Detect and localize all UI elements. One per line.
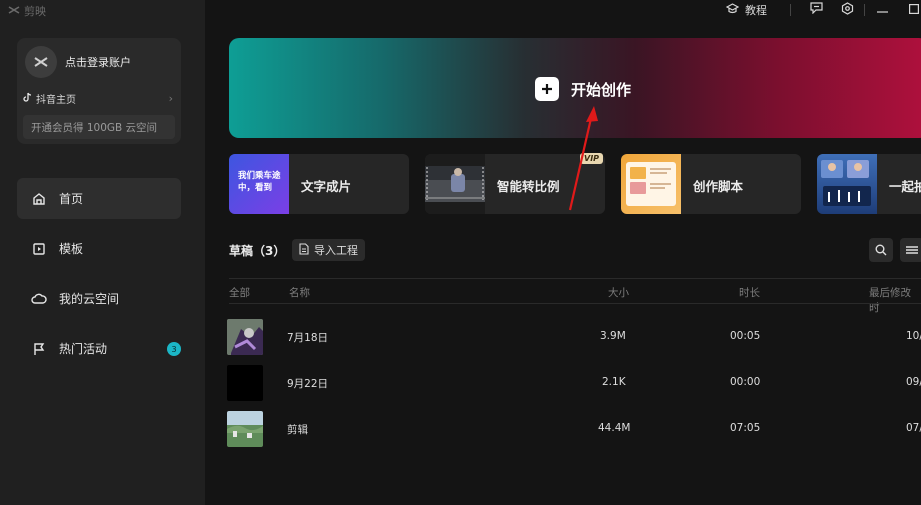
card-text-to-video[interactable]: 我们乘车途中，看到 文字成片 xyxy=(229,154,409,214)
table-row[interactable]: 剪辑 44.4M 07:05 07/ xyxy=(227,411,921,447)
start-creation-label: 开始创作 xyxy=(571,80,632,99)
import-label: 导入工程 xyxy=(314,244,358,257)
column-header-size[interactable]: 大小 xyxy=(608,285,629,300)
search-icon xyxy=(875,241,887,260)
column-header-duration[interactable]: 时长 xyxy=(739,285,760,300)
draft-size: 2.1K xyxy=(602,376,626,388)
card-thumbnail: 我们乘车途中，看到 xyxy=(229,154,289,214)
table-row[interactable]: 9月22日 2.1K 00:00 09/ xyxy=(227,365,921,401)
draft-name: 7月18日 xyxy=(287,332,329,344)
card-label: 一起拍 xyxy=(889,179,921,194)
sidebar-item-label: 模板 xyxy=(59,242,84,256)
card-label: 文字成片 xyxy=(301,179,352,194)
sidebar-item-home[interactable]: 首页 xyxy=(17,178,181,219)
maximize-icon xyxy=(909,4,920,17)
draft-duration: 07:05 xyxy=(730,422,761,434)
draft-thumbnail xyxy=(227,365,263,401)
table-row[interactable]: 7月18日 3.9M 00:05 10/ xyxy=(227,319,921,355)
draft-duration: 00:05 xyxy=(730,330,761,342)
login-link[interactable]: 点击登录账户 xyxy=(65,54,131,70)
avatar[interactable] xyxy=(25,46,57,78)
flag-icon xyxy=(31,341,47,357)
tiktok-icon xyxy=(23,92,32,105)
draft-modified: 09/ xyxy=(906,376,921,388)
template-icon xyxy=(31,241,47,257)
title-bar: 教程 xyxy=(205,0,921,22)
card-creation-script[interactable]: 创作脚本 xyxy=(621,154,801,214)
maximize-button[interactable] xyxy=(909,4,920,17)
document-icon xyxy=(299,242,309,258)
list-view-button[interactable] xyxy=(900,238,921,262)
feedback-button[interactable] xyxy=(810,2,823,17)
card-smart-ratio[interactable]: 智能转比例 VIP xyxy=(425,153,605,214)
plus-icon xyxy=(535,77,559,101)
draft-modified: 10/ xyxy=(906,330,921,342)
tutorial-button[interactable]: 教程 xyxy=(725,2,767,18)
list-view-icon xyxy=(905,241,919,260)
sidebar: 剪映 点击登录账户 抖音主页 › 开通会员得 100GB 云空间 首页 模板 我… xyxy=(0,0,205,505)
minimize-button[interactable] xyxy=(877,5,888,18)
douyin-home-link[interactable]: 抖音主页 › xyxy=(23,91,173,106)
draft-size: 44.4M xyxy=(598,422,631,434)
import-project-button[interactable]: 导入工程 xyxy=(292,239,365,261)
divider xyxy=(790,4,791,16)
draft-name: 9月22日 xyxy=(287,378,329,390)
draft-size: 3.9M xyxy=(600,330,626,342)
column-header-modified[interactable]: 最后修改时 xyxy=(869,285,921,315)
minimize-icon xyxy=(877,5,888,18)
graduation-cap-icon xyxy=(725,3,740,17)
sidebar-item-activities[interactable]: 热门活动 3 xyxy=(17,328,181,369)
draft-thumbnail xyxy=(227,411,263,447)
start-creation-content: 开始创作 xyxy=(535,77,631,101)
vip-promo-button[interactable]: 开通会员得 100GB 云空间 xyxy=(23,115,175,139)
drafts-title: 草稿（3） xyxy=(229,244,286,258)
cloud-icon xyxy=(31,291,47,307)
tutorial-label: 教程 xyxy=(745,4,767,17)
settings-button[interactable] xyxy=(841,2,854,18)
card-shoot-together[interactable]: 一起拍 xyxy=(817,154,921,214)
douyin-label: 抖音主页 xyxy=(36,95,76,106)
sidebar-item-label: 首页 xyxy=(59,192,84,206)
notification-badge: 3 xyxy=(167,342,181,356)
draft-modified: 07/ xyxy=(906,422,921,434)
divider xyxy=(229,303,921,304)
message-icon xyxy=(810,2,823,17)
home-icon xyxy=(31,191,47,207)
sidebar-item-templates[interactable]: 模板 xyxy=(17,228,181,269)
card-thumbnail xyxy=(621,154,681,214)
card-thumb-text: 我们乘车途中，看到 xyxy=(238,171,281,193)
sidebar-item-cloud[interactable]: 我的云空间 xyxy=(17,278,181,319)
app-logo: 剪映 xyxy=(8,3,46,19)
divider xyxy=(864,4,865,16)
start-creation-button[interactable]: 开始创作 xyxy=(229,38,921,138)
search-button[interactable] xyxy=(869,238,893,262)
sidebar-nav: 首页 模板 我的云空间 热门活动 3 xyxy=(17,178,181,378)
card-thumbnail xyxy=(817,154,877,214)
draft-thumbnail xyxy=(227,319,263,355)
account-panel: 点击登录账户 抖音主页 › 开通会员得 100GB 云空间 xyxy=(17,38,181,144)
card-label: 智能转比例 xyxy=(497,179,560,194)
chevron-right-icon: › xyxy=(168,92,173,105)
capcut-logo-icon xyxy=(8,5,20,18)
draft-duration: 00:00 xyxy=(730,376,761,388)
card-label: 创作脚本 xyxy=(693,179,744,194)
divider xyxy=(229,278,921,279)
filter-all-tab[interactable]: 全部 xyxy=(229,285,250,300)
app-name: 剪映 xyxy=(24,5,46,18)
app-window: 剪映 点击登录账户 抖音主页 › 开通会员得 100GB 云空间 首页 模板 我… xyxy=(0,0,921,505)
card-thumbnail xyxy=(425,154,485,214)
sidebar-item-label: 我的云空间 xyxy=(59,292,120,306)
sidebar-item-label: 热门活动 xyxy=(59,342,108,356)
draft-name: 剪辑 xyxy=(287,424,308,436)
vip-tag: VIP xyxy=(580,153,604,164)
settings-hexagon-icon xyxy=(841,2,854,18)
column-header-name[interactable]: 名称 xyxy=(289,285,310,300)
